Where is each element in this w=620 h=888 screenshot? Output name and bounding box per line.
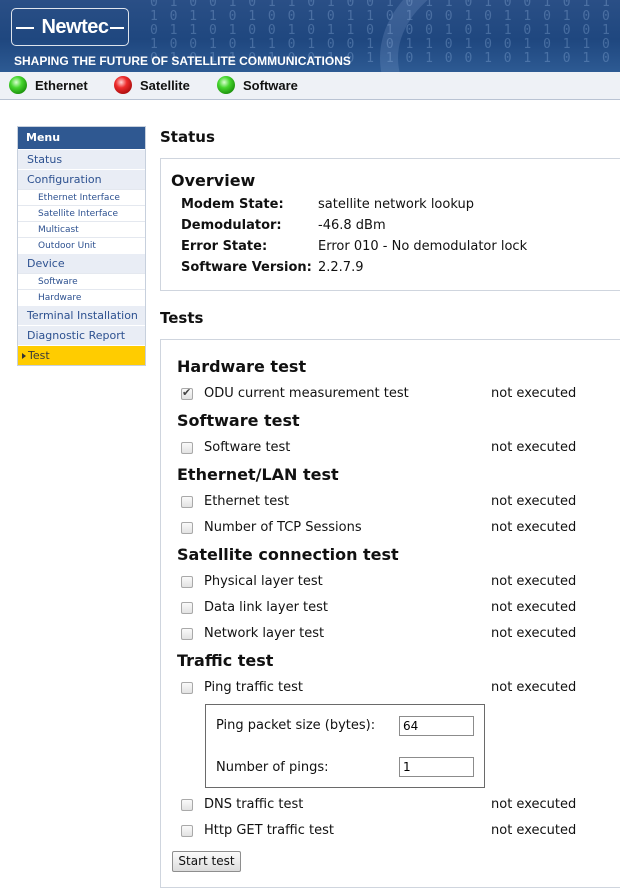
menu-item-test[interactable]: Test bbox=[18, 345, 145, 365]
header-banner: 0 1 0 0 1 0 1 1 0 1 0 0 1 0 1 1 0 1 0 0 … bbox=[0, 0, 620, 72]
tcp-sessions-checkbox[interactable] bbox=[181, 522, 193, 534]
modem-state-label: Modem State: bbox=[181, 197, 284, 212]
menu-item-terminal-installation[interactable]: Terminal Installation bbox=[18, 305, 145, 325]
ethernet-test-checkbox[interactable] bbox=[181, 496, 193, 508]
header-arc-decoration bbox=[380, 0, 620, 72]
odu-current-label: ODU current measurement test bbox=[204, 386, 409, 401]
demodulator-label: Demodulator: bbox=[181, 218, 282, 233]
ethernet-status-led-icon bbox=[9, 76, 27, 94]
software-test-heading: Software test bbox=[177, 411, 300, 430]
menu-item-multicast[interactable]: Multicast bbox=[18, 221, 145, 237]
satellite-connection-test-heading: Satellite connection test bbox=[177, 545, 399, 564]
software-test-checkbox[interactable] bbox=[181, 442, 193, 454]
satellite-indicator-label: Satellite bbox=[140, 78, 190, 93]
network-layer-label: Network layer test bbox=[204, 626, 325, 641]
dns-traffic-label: DNS traffic test bbox=[204, 797, 304, 812]
menu-item-device[interactable]: Device bbox=[18, 253, 145, 273]
ping-packet-size-label: Ping packet size (bytes): bbox=[216, 718, 376, 733]
physical-layer-label: Physical layer test bbox=[204, 574, 323, 589]
overview-panel: Overview Modem State: satellite network … bbox=[160, 158, 620, 291]
status-heading: Status bbox=[160, 128, 215, 146]
software-version-value: 2.2.7.9 bbox=[318, 260, 364, 275]
status-indicator-bar: Ethernet Satellite Software bbox=[0, 72, 620, 100]
ping-options-box: Ping packet size (bytes): Number of ping… bbox=[205, 704, 485, 788]
ethernet-lan-test-heading: Ethernet/LAN test bbox=[177, 465, 339, 484]
menu-item-configuration[interactable]: Configuration bbox=[18, 169, 145, 189]
menu-item-status[interactable]: Status bbox=[18, 149, 145, 169]
physical-layer-checkbox[interactable] bbox=[181, 576, 193, 588]
data-link-layer-label: Data link layer test bbox=[204, 600, 329, 615]
software-indicator-label: Software bbox=[243, 78, 298, 93]
ethernet-test-status: not executed bbox=[491, 494, 577, 509]
tests-heading: Tests bbox=[160, 309, 204, 327]
sidebar-menu: Menu Status Configuration Ethernet Inter… bbox=[17, 126, 146, 366]
demodulator-value: -46.8 dBm bbox=[318, 218, 386, 233]
modem-state-value: satellite network lookup bbox=[318, 197, 474, 212]
overview-title: Overview bbox=[171, 171, 256, 190]
active-arrow-icon bbox=[22, 353, 26, 359]
newtec-logo[interactable]: Newtec bbox=[11, 8, 129, 46]
menu-item-test-label: Test bbox=[28, 349, 50, 362]
menu-item-software[interactable]: Software bbox=[18, 273, 145, 289]
software-version-label: Software Version: bbox=[181, 260, 312, 275]
menu-item-ethernet-interface[interactable]: Ethernet Interface bbox=[18, 189, 145, 205]
ping-packet-size-input[interactable] bbox=[399, 716, 474, 736]
menu-item-diagnostic-report[interactable]: Diagnostic Report bbox=[18, 325, 145, 345]
logo-text: Newtec bbox=[41, 16, 109, 38]
tests-panel: Hardware test ODU current measurement te… bbox=[160, 339, 620, 888]
ethernet-indicator-label: Ethernet bbox=[35, 78, 88, 93]
menu-item-hardware[interactable]: Hardware bbox=[18, 289, 145, 305]
data-link-layer-checkbox[interactable] bbox=[181, 602, 193, 614]
tcp-sessions-status: not executed bbox=[491, 520, 577, 535]
start-test-button[interactable]: Start test bbox=[172, 851, 241, 872]
dns-traffic-status: not executed bbox=[491, 797, 577, 812]
dns-traffic-checkbox[interactable] bbox=[181, 799, 193, 811]
data-link-layer-status: not executed bbox=[491, 600, 577, 615]
menu-title: Menu bbox=[18, 127, 145, 149]
menu-item-satellite-interface[interactable]: Satellite Interface bbox=[18, 205, 145, 221]
ping-traffic-status: not executed bbox=[491, 680, 577, 695]
menu-item-outdoor-unit[interactable]: Outdoor Unit bbox=[18, 237, 145, 253]
error-state-value: Error 010 - No demodulator lock bbox=[318, 239, 528, 254]
ping-traffic-label: Ping traffic test bbox=[204, 680, 304, 695]
http-get-traffic-status: not executed bbox=[491, 823, 577, 838]
number-of-pings-input[interactable] bbox=[399, 757, 474, 777]
satellite-status-led-icon bbox=[114, 76, 132, 94]
ethernet-test-label: Ethernet test bbox=[204, 494, 290, 509]
network-layer-status: not executed bbox=[491, 626, 577, 641]
number-of-pings-label: Number of pings: bbox=[216, 760, 329, 775]
software-test-label: Software test bbox=[204, 440, 291, 455]
software-test-status: not executed bbox=[491, 440, 577, 455]
traffic-test-heading: Traffic test bbox=[177, 651, 274, 670]
tagline: SHAPING THE FUTURE OF SATELLITE COMMUNIC… bbox=[14, 54, 351, 68]
hardware-test-heading: Hardware test bbox=[177, 357, 307, 376]
http-get-traffic-label: Http GET traffic test bbox=[204, 823, 334, 838]
physical-layer-status: not executed bbox=[491, 574, 577, 589]
network-layer-checkbox[interactable] bbox=[181, 628, 193, 640]
error-state-label: Error State: bbox=[181, 239, 268, 254]
http-get-traffic-checkbox[interactable] bbox=[181, 825, 193, 837]
odu-current-status: not executed bbox=[491, 386, 577, 401]
software-status-led-icon bbox=[217, 76, 235, 94]
odu-current-checkbox[interactable] bbox=[181, 386, 193, 400]
ping-traffic-checkbox[interactable] bbox=[181, 682, 193, 694]
tcp-sessions-label: Number of TCP Sessions bbox=[204, 520, 362, 535]
